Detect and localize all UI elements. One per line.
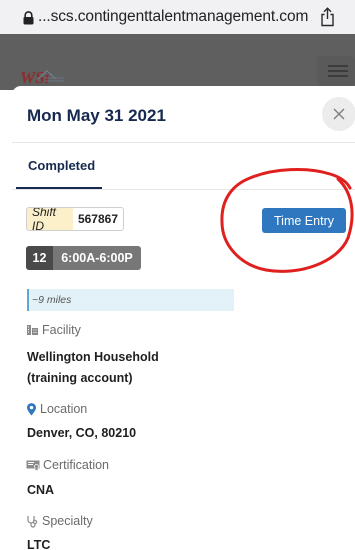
shift-id-value: 567867 <box>77 212 118 226</box>
facility-label: Facility <box>42 323 81 337</box>
certification-label-row: Certification <box>26 458 109 472</box>
header-divider <box>12 142 355 143</box>
logo-mark-icon <box>37 69 64 82</box>
hamburger-menu-icon[interactable] <box>317 56 355 86</box>
facility-label-row: Facility <box>26 323 81 337</box>
specialty-label-row: Specialty <box>26 514 93 528</box>
shift-id-label: Shift ID <box>27 208 73 230</box>
location-label-row: Location <box>26 402 87 416</box>
time-entry-button[interactable]: Time Entry <box>262 208 346 233</box>
tabs-divider <box>12 189 355 190</box>
building-icon <box>27 325 38 335</box>
url-text[interactable]: ...scs.contingenttalentmanagement.com <box>38 8 308 26</box>
location-value: Denver, CO, 80210 <box>27 426 137 440</box>
share-icon[interactable] <box>319 7 336 27</box>
specialty-value: LTC <box>27 538 51 550</box>
specialty-label: Specialty <box>42 514 93 528</box>
location-label: Location <box>40 402 88 416</box>
certification-value: CNA <box>27 483 55 497</box>
distance-note: ~9 miles <box>27 289 234 311</box>
close-button[interactable] <box>322 97 355 131</box>
browser-url-bar[interactable]: ...scs.contingenttalentmanagement.com <box>0 0 355 34</box>
certificate-icon <box>26 460 40 470</box>
stethoscope-icon <box>27 515 38 528</box>
close-icon <box>333 108 345 120</box>
lock-icon <box>23 11 34 25</box>
location-pin-icon <box>27 402 36 415</box>
shift-hours-badge: 12 <box>26 246 53 270</box>
shift-detail-modal: Mon May 31 2021 Completed Shift ID 56786… <box>12 86 355 550</box>
facility-name: Wellington Household <box>27 350 159 364</box>
modal-title: Mon May 31 2021 <box>27 106 166 125</box>
shift-id: Shift ID 567867 <box>26 207 124 231</box>
tab-completed[interactable]: Completed <box>28 158 95 173</box>
shift-time-range-badge: 6:00A-6:00P <box>53 246 141 270</box>
certification-label: Certification <box>43 458 109 472</box>
facility-note: (training account) <box>27 371 133 385</box>
shift-time-badge: 12 6:00A-6:00P <box>26 246 141 270</box>
